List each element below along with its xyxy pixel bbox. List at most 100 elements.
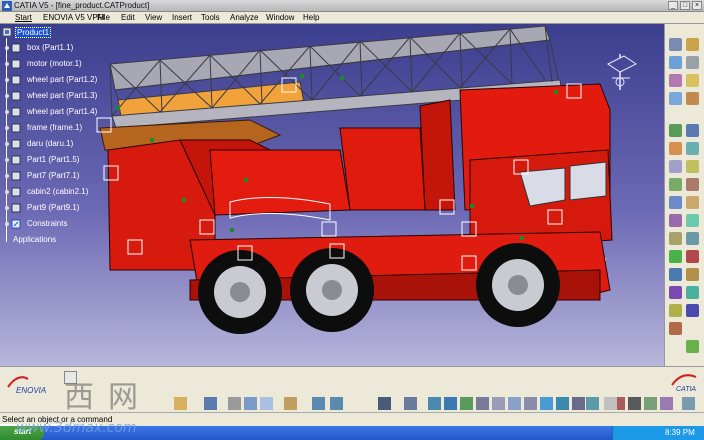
- part-icon: [5, 123, 21, 133]
- menu-enovia[interactable]: ENOVIA V5 VPM: [43, 13, 104, 22]
- fit-all-icon[interactable]: [686, 38, 699, 51]
- part-icon: [5, 203, 21, 213]
- update-icon[interactable]: [669, 250, 682, 263]
- flexible-icon[interactable]: [669, 232, 682, 245]
- hide-show-icon[interactable]: [628, 397, 641, 410]
- graph-tree-icon[interactable]: [669, 304, 682, 317]
- iso-view-icon[interactable]: [586, 397, 599, 410]
- offset-icon[interactable]: [669, 196, 682, 209]
- redo-icon[interactable]: [330, 397, 343, 410]
- print-icon[interactable]: [228, 397, 241, 410]
- compass-icon[interactable]: [682, 397, 695, 410]
- menu-insert[interactable]: Insert: [172, 13, 192, 22]
- part-icon: [5, 75, 21, 85]
- menu-view[interactable]: View: [145, 13, 162, 22]
- coincidence-icon[interactable]: [669, 178, 682, 191]
- 3d-viewport[interactable]: Product1 box (Part1.1) motor (motor.1) w…: [0, 24, 664, 366]
- sketch-icon[interactable]: [660, 397, 673, 410]
- quick-constraint-icon[interactable]: [686, 214, 699, 227]
- pan-icon[interactable]: [508, 397, 521, 410]
- menu-tools[interactable]: Tools: [201, 13, 220, 22]
- normal-view-icon[interactable]: [572, 397, 585, 410]
- undo-icon[interactable]: [312, 397, 325, 410]
- formula-icon[interactable]: [604, 397, 617, 410]
- open-icon[interactable]: [174, 397, 187, 410]
- replace-icon[interactable]: [686, 286, 699, 299]
- selective-load-icon[interactable]: [669, 322, 682, 335]
- measure-icon[interactable]: [428, 397, 441, 410]
- tree-item-label: wheel part (Part1.3): [27, 91, 98, 100]
- normal-view-icon[interactable]: [669, 92, 682, 105]
- part-icon: [5, 171, 21, 181]
- watermark-chinese: 西网: [64, 380, 152, 415]
- reuse-pattern-icon[interactable]: [686, 232, 699, 245]
- multi-view-icon[interactable]: [686, 92, 699, 105]
- watermark-url: www.3dmax.com: [16, 420, 137, 436]
- menu-window[interactable]: Window: [266, 13, 294, 22]
- compass-icon[interactable]: [602, 52, 640, 92]
- clock[interactable]: 8:39 PM: [665, 428, 695, 437]
- menu-analyze[interactable]: Analyze: [230, 13, 258, 22]
- pan-icon[interactable]: [669, 56, 682, 69]
- part-icon: [5, 139, 21, 149]
- swap-icon[interactable]: [644, 397, 657, 410]
- tree-item-label: Part1 (Part1.5): [27, 155, 80, 164]
- tree-item-label: daru (daru.1): [27, 139, 74, 148]
- zoom-out-icon[interactable]: [686, 74, 699, 87]
- select-icon[interactable]: [669, 38, 682, 51]
- minimize-button[interactable]: _: [668, 1, 678, 10]
- part-icon: [5, 91, 21, 101]
- part-icon: [5, 155, 21, 165]
- part-icon: [5, 187, 21, 197]
- tree-item-label: wheel part (Part1.4): [27, 107, 98, 116]
- enovia-text: ENOVIA: [16, 386, 46, 395]
- close-button[interactable]: ×: [692, 1, 702, 10]
- iso-view-icon[interactable]: [669, 124, 682, 137]
- maximize-button[interactable]: □: [680, 1, 690, 10]
- fit-all-icon[interactable]: [492, 397, 505, 410]
- menu-help[interactable]: Help: [303, 13, 319, 22]
- copy-icon[interactable]: [260, 397, 273, 410]
- shading-icon[interactable]: [686, 124, 699, 137]
- manage-representations-icon[interactable]: [686, 340, 699, 353]
- title-bar: CATIA V5 - [fine_product.CATProduct] _ □…: [0, 0, 704, 12]
- hide-show-icon[interactable]: [669, 142, 682, 155]
- zoom-in-icon[interactable]: [669, 74, 682, 87]
- zoom-in-icon[interactable]: [540, 397, 553, 410]
- fix-icon[interactable]: [686, 160, 699, 173]
- fix-together-icon[interactable]: [669, 214, 682, 227]
- new-product-icon[interactable]: [686, 268, 699, 281]
- specification-tree[interactable]: Product1 box (Part1.1) motor (motor.1) w…: [0, 24, 140, 254]
- catalog-icon[interactable]: [404, 397, 417, 410]
- wheel-2: [290, 248, 374, 332]
- swap-icon[interactable]: [686, 142, 699, 155]
- contact-icon[interactable]: [686, 178, 699, 191]
- generate-numbering-icon[interactable]: [686, 304, 699, 317]
- catia-app-icon[interactable]: [2, 1, 12, 11]
- whats-this-icon[interactable]: [378, 397, 391, 410]
- menu-start[interactable]: Start: [15, 13, 32, 22]
- menu-edit[interactable]: Edit: [121, 13, 135, 22]
- constraint-icon[interactable]: [669, 160, 682, 173]
- part-icon: [5, 107, 21, 117]
- inertia-icon[interactable]: [460, 397, 473, 410]
- new-component-icon[interactable]: [669, 268, 682, 281]
- save-icon[interactable]: [204, 397, 217, 410]
- rotate-icon[interactable]: [686, 56, 699, 69]
- existing-component-icon[interactable]: [686, 250, 699, 263]
- tree-item-label: box (Part1.1): [27, 43, 74, 52]
- new-part-icon[interactable]: [669, 286, 682, 299]
- tree-item-label: cabin2 (cabin2.1): [27, 187, 89, 196]
- cut-icon[interactable]: [244, 397, 257, 410]
- fly-icon[interactable]: [476, 397, 489, 410]
- paste-icon[interactable]: [284, 397, 297, 410]
- wheel-1: [198, 250, 282, 334]
- angle-icon[interactable]: [686, 196, 699, 209]
- right-toolbar: [664, 24, 704, 366]
- product-icon: [2, 27, 12, 37]
- menu-file[interactable]: File: [97, 13, 110, 22]
- zoom-out-icon[interactable]: [556, 397, 569, 410]
- rotate-icon[interactable]: [524, 397, 537, 410]
- wheel-3: [476, 243, 560, 327]
- measure-item-icon[interactable]: [444, 397, 457, 410]
